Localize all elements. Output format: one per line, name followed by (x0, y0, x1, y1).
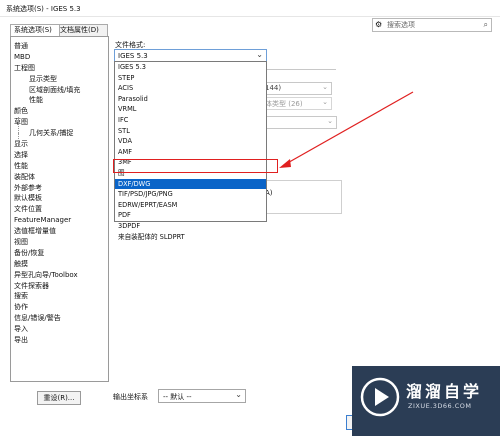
coord-system-value: -- 默认 -- (163, 393, 192, 401)
option-acis[interactable]: ACIS (115, 83, 266, 94)
option-vda[interactable]: VDA (115, 136, 266, 147)
tree-item-featuremanager[interactable]: FeatureManager (14, 215, 80, 226)
file-format-selected-value: IGES 5.3 (118, 52, 148, 60)
watermark-title: 溜溜自学 (406, 382, 483, 401)
reset-button[interactable]: 重设(R)... (37, 391, 81, 405)
options-tree-panel: 普通 MBD 工程图 显示类型 区域剖面线/填充 性能 颜色 草图 几何关系/捕… (10, 36, 109, 382)
chevron-down-icon: ⌄ (256, 50, 263, 59)
coord-system-select[interactable]: -- 默认 -- ⌄ (158, 389, 246, 403)
tree-item-spin-box-increments[interactable]: 选值框增量值 (14, 226, 80, 237)
tree-item-selection[interactable]: 选择 (14, 150, 80, 161)
tree-item-search[interactable]: 搜索 (14, 291, 80, 302)
tree-item-collaboration[interactable]: 协作 (14, 302, 80, 313)
option-tif-psd-jpg-png[interactable]: TIF/PSD/JPG/PNG (115, 189, 266, 200)
tree-item-performance[interactable]: 性能 (14, 161, 80, 172)
watermark-logo-icon (360, 377, 400, 417)
option-ifc[interactable]: IFC (115, 115, 266, 126)
tree-item-messages-errors-warnings[interactable]: 信息/错误/警告 (14, 313, 80, 324)
tree-item-export[interactable]: 导出 (14, 335, 80, 346)
annotation-arrow (279, 91, 414, 168)
bg-group-box: A) (262, 180, 342, 214)
tree-item-sketch[interactable]: 草图 (14, 117, 80, 128)
option-sldprt-from-assembly[interactable]: 来自装配体的 SLDPRT (115, 232, 266, 243)
tree-item-file-locations[interactable]: 文件位置 (14, 204, 80, 215)
option-step[interactable]: STEP (115, 73, 266, 84)
tree-item-mbd[interactable]: MBD (14, 52, 80, 63)
tree-item-display-style[interactable]: 显示类型 (14, 74, 80, 85)
option-edrw-eprt-easm[interactable]: EDRW/EPRT/EASM (115, 200, 266, 211)
tree-item-touch[interactable]: 触摸 (14, 259, 80, 270)
tree-item-colors[interactable]: 颜色 (14, 106, 80, 117)
tree-item-external-references[interactable]: 外部参考 (14, 183, 80, 194)
tree-item-area-hatch[interactable]: 区域剖面线/填充 (14, 85, 80, 96)
tab-document-properties[interactable]: 文档属性(D) (56, 24, 108, 36)
tree-item-import[interactable]: 导入 (14, 324, 80, 335)
search-label: 搜索选项 (387, 21, 415, 29)
tree-item-view[interactable]: 视图 (14, 237, 80, 248)
coord-system-label: 输出坐标系 (113, 393, 148, 401)
tree-item-display[interactable]: 显示 (14, 139, 80, 150)
chevron-down-icon: ⌄ (235, 390, 242, 399)
tree-item-backup-recover[interactable]: 备份/恢复 (14, 248, 80, 259)
tree-item-drawings[interactable]: 工程图 (14, 63, 80, 74)
option-parasolid[interactable]: Parasolid (115, 94, 266, 105)
tree-item-general[interactable]: 普通 (14, 41, 80, 52)
search-options-box[interactable]: ⚙ 搜索选项 ⌕ (372, 18, 492, 32)
watermark: 溜溜自学 ZIXUE.3D66.COM (352, 366, 500, 436)
tree-connector (18, 133, 20, 143)
tree-item-file-explorer[interactable]: 文件探索器 (14, 281, 80, 292)
title-bar: 系统选项(S) - IGES 5.3 (0, 0, 500, 17)
group-divider (262, 69, 336, 70)
option-dxf-dwg[interactable]: DXF/DWG (115, 178, 266, 190)
tree-item-drawing-performance[interactable]: 性能 (14, 95, 80, 106)
file-format-options-list: IGES 5.3 STEP ACIS Parasolid VRML IFC ST… (114, 61, 267, 241)
option-iges[interactable]: IGES 5.3 (115, 62, 266, 73)
watermark-url: ZIXUE.3D66.COM (408, 402, 472, 410)
option-pdf[interactable]: PDF (115, 210, 266, 221)
annotation-highlight-box (113, 159, 278, 173)
tree-item-default-templates[interactable]: 默认模板 (14, 193, 80, 204)
option-amf[interactable]: AMF (115, 147, 266, 158)
option-stl[interactable]: STL (115, 126, 266, 137)
tree-item-relations-snaps[interactable]: 几何关系/捕捉 (14, 128, 80, 139)
tree-item-assemblies[interactable]: 装配体 (14, 172, 80, 183)
option-vrml[interactable]: VRML (115, 104, 266, 115)
tree-item-hole-wizard-toolbox[interactable]: 异型孔向导/Toolbox (14, 270, 80, 281)
window-title: 系统选项(S) - IGES 5.3 (6, 5, 81, 13)
tab-system-options[interactable]: 系统选项(S) (10, 24, 60, 36)
option-3dpdf[interactable]: 3DPDF (115, 221, 266, 232)
gear-icon: ⚙ (375, 20, 383, 29)
search-icon[interactable]: ⌕ (484, 19, 488, 30)
